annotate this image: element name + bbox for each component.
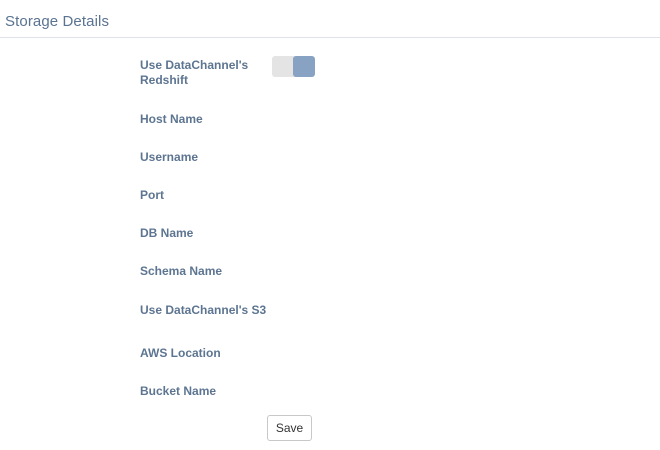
field-label-bucket-name: Bucket Name xyxy=(140,384,217,398)
field-label-host-name: Host Name xyxy=(140,112,203,126)
toggle-knob xyxy=(293,56,315,77)
field-label-use-redshift: Use DataChannel's Redshift xyxy=(140,58,249,87)
field-label-use-s3: Use DataChannel's S3 xyxy=(140,303,267,317)
field-label-aws-location: AWS Location xyxy=(140,346,221,360)
field-label-schema-name: Schema Name xyxy=(140,264,223,278)
section-title: Storage Details xyxy=(5,13,110,30)
field-label-username: Username xyxy=(140,150,199,164)
section-header: Storage Details xyxy=(0,0,660,38)
save-button[interactable]: Save xyxy=(267,415,312,441)
field-label-port: Port xyxy=(140,188,164,202)
use-redshift-toggle[interactable] xyxy=(272,56,315,77)
storage-details-page: Storage Details Use DataChannel's Redshi… xyxy=(0,0,660,450)
field-label-db-name: DB Name xyxy=(140,226,194,240)
